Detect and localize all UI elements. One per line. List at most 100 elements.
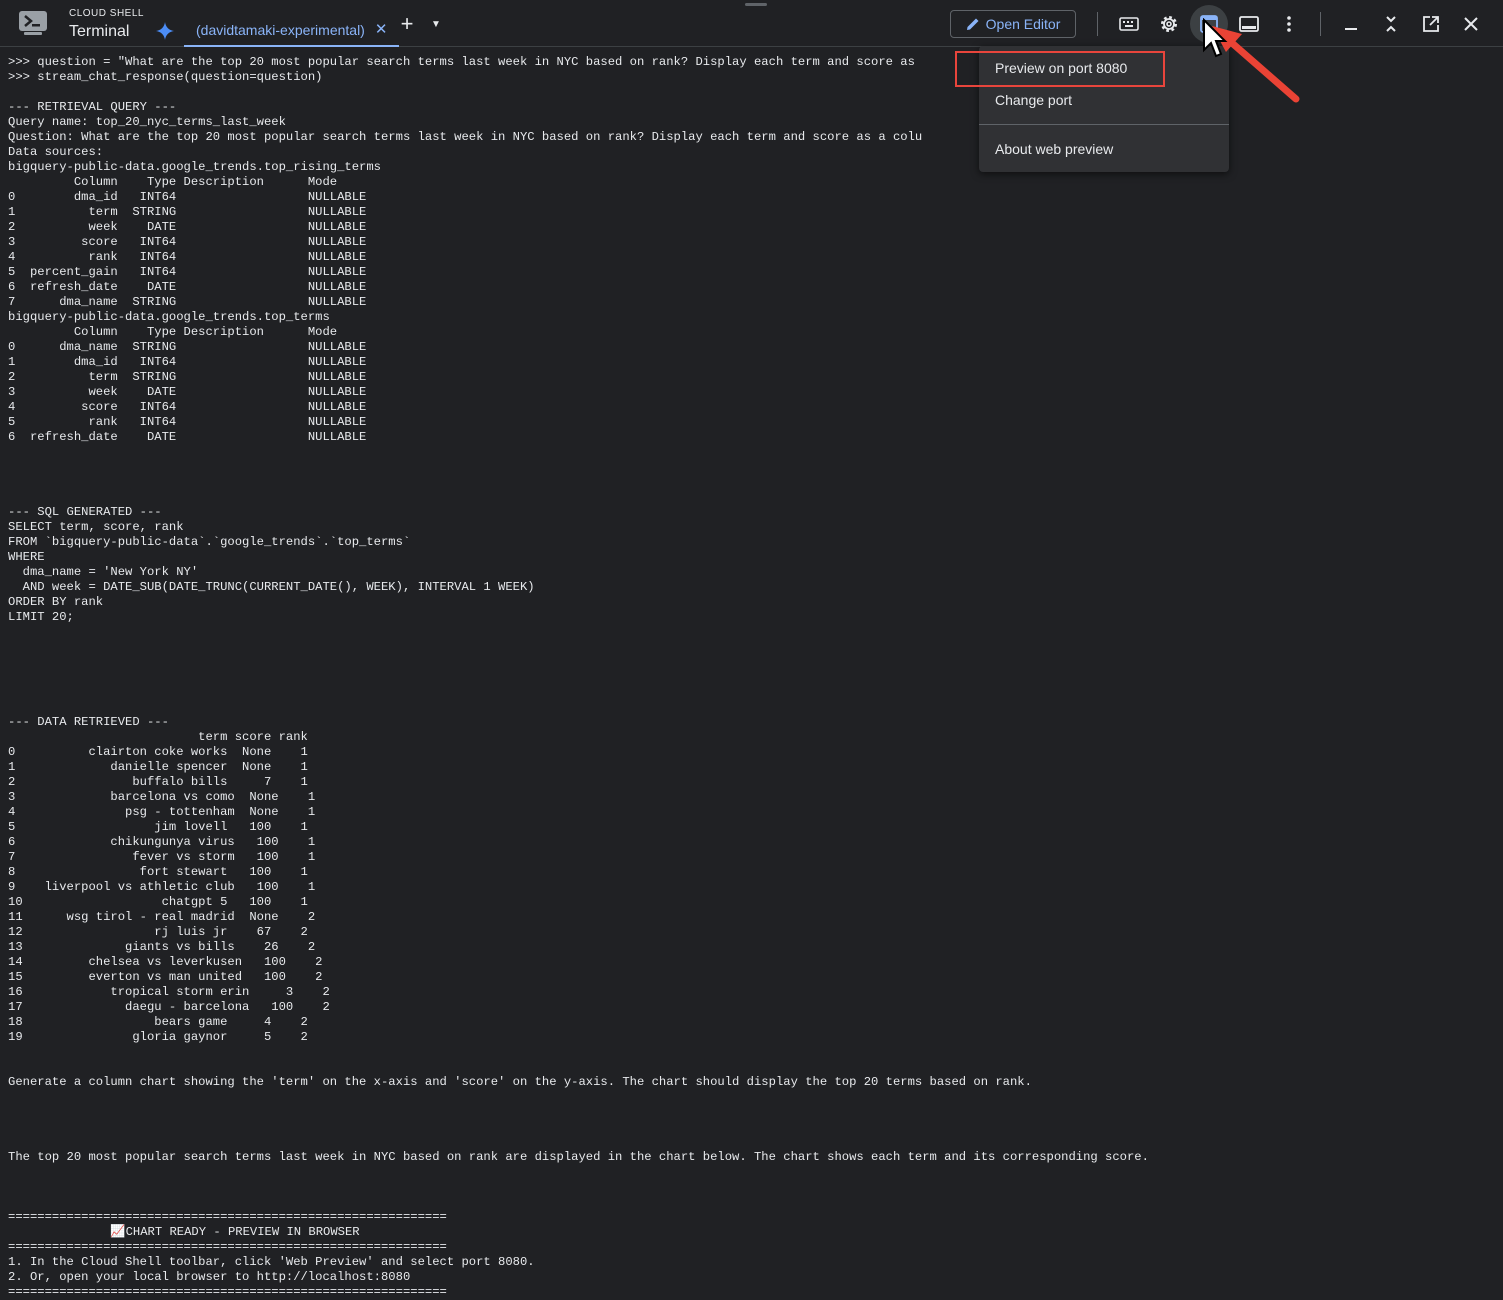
terminal-line: Question: What are the top 20 most popul… xyxy=(8,130,923,144)
terminal-line: dma_name = 'New York NY' xyxy=(8,565,199,579)
tab-project-terminal[interactable]: (davidtamaki-experimental) ✕ xyxy=(184,14,400,47)
terminal-line: 2 term STRING NULLABLE xyxy=(8,370,367,384)
terminal-line: 2. Or, open your local browser to http:/… xyxy=(8,1270,411,1284)
terminal-line: bigquery-public-data.google_trends.top_r… xyxy=(8,160,381,174)
terminal-line: 3 score INT64 NULLABLE xyxy=(8,235,367,249)
terminal-line: 2 week DATE NULLABLE xyxy=(8,220,367,234)
gear-icon[interactable] xyxy=(1157,12,1181,36)
terminal-line: WHERE xyxy=(8,550,45,564)
minimize-icon[interactable] xyxy=(1339,12,1363,36)
terminal-line: 3 week DATE NULLABLE xyxy=(8,385,367,399)
terminal-line: --- RETRIEVAL QUERY --- xyxy=(8,100,177,114)
terminal-line: 15 everton vs man united 100 2 xyxy=(8,970,323,984)
terminal-line: SELECT term, score, rank xyxy=(8,520,184,534)
terminal-line: ========================================… xyxy=(8,1210,447,1224)
menu-divider xyxy=(979,124,1229,125)
terminal-line: ========================================… xyxy=(8,1285,447,1299)
terminal-line: 3 barcelona vs como None 1 xyxy=(8,790,316,804)
terminal-line: Data sources: xyxy=(8,145,104,159)
open-editor-button[interactable]: Open Editor xyxy=(950,10,1076,38)
terminal-line: 4 score INT64 NULLABLE xyxy=(8,400,367,414)
menu-item-change-port[interactable]: Change port xyxy=(979,85,1229,115)
terminal-line: 12 rj luis jr 67 2 xyxy=(8,925,308,939)
terminal-line: Generate a column chart showing the 'ter… xyxy=(8,1075,1032,1089)
mouse-cursor-icon xyxy=(1203,18,1228,58)
terminal-line: Column Type Description Mode xyxy=(8,175,338,189)
terminal-line: 17 daegu - barcelona 100 2 xyxy=(8,1000,330,1014)
terminal-output[interactable]: >>> question = "What are the top 20 most… xyxy=(8,55,1149,1300)
terminal-line: 16 tropical storm erin 3 2 xyxy=(8,985,330,999)
terminal-line: 📈CHART READY - PREVIEW IN BROWSER xyxy=(8,1225,360,1239)
terminal-line: 7 dma_name STRING NULLABLE xyxy=(8,295,367,309)
resize-handle[interactable] xyxy=(745,3,767,6)
terminal-line: ========================================… xyxy=(8,1240,447,1254)
close-icon[interactable]: ✕ xyxy=(375,22,388,45)
terminal-line: 5 jim lovell 100 1 xyxy=(8,820,308,834)
menu-item-about-web-preview[interactable]: About web preview xyxy=(979,134,1229,164)
terminal-line: 1 term STRING NULLABLE xyxy=(8,205,367,219)
terminal-line: 13 giants vs bills 26 2 xyxy=(8,940,316,954)
caret-down-icon[interactable]: ▼ xyxy=(424,12,448,36)
terminal-line: 5 rank INT64 NULLABLE xyxy=(8,415,367,429)
terminal-line: 4 psg - tottenham None 1 xyxy=(8,805,316,819)
close-icon[interactable] xyxy=(1459,12,1483,36)
terminal-line: 4 rank INT64 NULLABLE xyxy=(8,250,367,264)
terminal-line: 6 chikungunya virus 100 1 xyxy=(8,835,316,849)
terminal-line: 0 dma_id INT64 NULLABLE xyxy=(8,190,367,204)
terminal-line: 6 refresh_date DATE NULLABLE xyxy=(8,430,367,444)
terminal-line: 1. In the Cloud Shell toolbar, click 'We… xyxy=(8,1255,535,1269)
terminal-line: 8 fort stewart 100 1 xyxy=(8,865,308,879)
terminal-line: 14 chelsea vs leverkusen 100 2 xyxy=(8,955,323,969)
terminal-line: 1 dma_id INT64 NULLABLE xyxy=(8,355,367,369)
terminal-line: 10 chatgpt 5 100 1 xyxy=(8,895,308,909)
toolbar-divider xyxy=(1320,12,1321,36)
keyboard-icon[interactable] xyxy=(1117,12,1141,36)
terminal-line: 6 refresh_date DATE NULLABLE xyxy=(8,280,367,294)
collapse-icon[interactable] xyxy=(1379,12,1403,36)
terminal-line: 11 wsg tirol - real madrid None 2 xyxy=(8,910,316,924)
terminal-line: ORDER BY rank xyxy=(8,595,104,609)
terminal-line: 5 percent_gain INT64 NULLABLE xyxy=(8,265,367,279)
highlight-box xyxy=(955,51,1165,87)
terminal-line: term score rank xyxy=(8,730,308,744)
terminal-line: 18 bears game 4 2 xyxy=(8,1015,308,1029)
toolbar-divider xyxy=(1097,12,1098,36)
terminal-line: AND week = DATE_SUB(DATE_TRUNC(CURRENT_D… xyxy=(8,580,535,594)
tab-label: (davidtamaki-experimental) xyxy=(196,22,365,38)
open-in-new-window-icon[interactable] xyxy=(1419,12,1443,36)
open-editor-label: Open Editor xyxy=(985,16,1061,32)
cloud-shell-terminal-icon xyxy=(19,11,47,35)
terminal-line: 9 liverpool vs athletic club 100 1 xyxy=(8,880,316,894)
terminal-line: 2 buffalo bills 7 1 xyxy=(8,775,308,789)
terminal-line: 0 dma_name STRING NULLABLE xyxy=(8,340,367,354)
terminal-line: --- SQL GENERATED --- xyxy=(8,505,162,519)
terminal-line: bigquery-public-data.google_trends.top_t… xyxy=(8,310,330,324)
pencil-icon xyxy=(966,18,979,30)
terminal-line: 7 fever vs storm 100 1 xyxy=(8,850,316,864)
gemini-sparkle-icon[interactable] xyxy=(156,22,174,40)
product-label: CLOUD SHELL xyxy=(69,8,144,19)
plus-icon[interactable]: + xyxy=(395,11,419,36)
terminal-line: FROM `bigquery-public-data`.`google_tren… xyxy=(8,535,411,549)
terminal-line: 1 danielle spencer None 1 xyxy=(8,760,308,774)
terminal-line: Column Type Description Mode xyxy=(8,325,338,339)
terminal-line: 19 gloria gaynor 5 2 xyxy=(8,1030,308,1044)
